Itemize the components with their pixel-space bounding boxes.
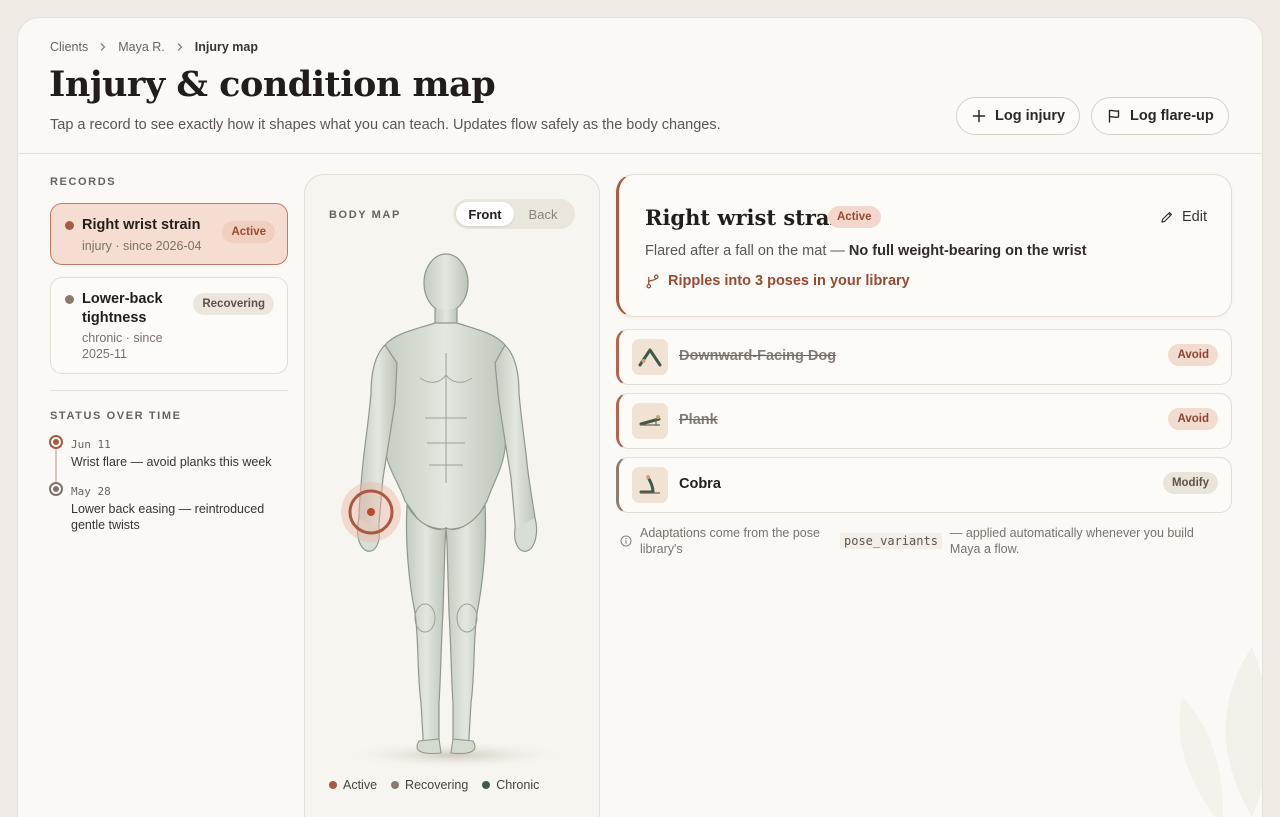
flag-icon (1108, 109, 1120, 123)
legend-dot-recovering (391, 781, 400, 789)
timeline-text: Lower back easing — reintroduced gentle … (71, 502, 265, 532)
legend-active: Active (329, 778, 377, 792)
cobra-icon (632, 467, 668, 503)
footnote-text-before: Adaptations come from the pose library's (640, 526, 820, 556)
legend-label: Chronic (496, 778, 540, 792)
footnote-text-after: — applied automatically whenever you bui… (949, 526, 1194, 556)
front-view-tab[interactable]: Front (456, 202, 514, 226)
records-heading: RECORDS (50, 176, 117, 188)
timeline-node-dot (53, 486, 59, 492)
timeline-node-dot (53, 439, 59, 445)
log-injury-label: Log injury (995, 108, 1066, 124)
breadcrumb-client-link[interactable]: Maya R. (118, 40, 165, 54)
pose-row-downward-dog[interactable]: Downward-Facing Dog Avoid (616, 329, 1232, 385)
record-card-right-wrist[interactable]: Right wrist strain injury · since 2026-0… (50, 203, 288, 265)
log-flare-up-label: Log flare-up (1130, 108, 1214, 124)
status-badge: Active (828, 206, 881, 228)
pose-name: Cobra (679, 476, 721, 492)
legend-label: Recovering (405, 778, 469, 792)
record-meta-line2: 2025-11 (82, 347, 127, 361)
pose-action-badge: Avoid (1168, 408, 1218, 430)
timeline-node-active (49, 435, 63, 449)
ripple-poses-link[interactable]: Ripples into 3 poses in your library (645, 273, 910, 289)
pose-name: Plank (679, 412, 718, 428)
pose-action-badge: Modify (1162, 472, 1218, 494)
ripple-text: Ripples into 3 poses in your library (668, 273, 910, 289)
detail-desc-text: Flared after a fall on the mat — (645, 243, 849, 259)
branch-icon (646, 274, 659, 288)
timeline-date: Jun 11 (71, 438, 111, 451)
breadcrumb-current: Injury map (194, 40, 258, 54)
view-toggle: Front Back (453, 199, 575, 229)
timeline-node-recovering (49, 482, 63, 496)
body-map-card: BODY MAP Front Back Active Recovering Ch… (304, 174, 600, 817)
adaptations-footnote: Adaptations come from the pose library's… (620, 525, 1230, 557)
detail-desc-emphasis: No full weight-bearing on the wrist (848, 243, 1087, 259)
record-title-line1: Lower-back (82, 291, 163, 307)
left-divider (50, 390, 288, 391)
timeline-date: May 28 (71, 485, 111, 498)
record-meta-line1: chronic · since (82, 331, 163, 345)
page-subtitle: Tap a record to see exactly how it shape… (50, 117, 721, 133)
log-flare-up-button[interactable]: Log flare-up (1091, 97, 1229, 135)
record-card-lower-back[interactable]: Lower-back tightness chronic · since 202… (50, 277, 288, 374)
pose-name: Downward-Facing Dog (679, 348, 837, 364)
log-injury-button[interactable]: Log injury (956, 97, 1081, 135)
footnote-code: pose_variants (840, 533, 942, 549)
breadcrumb: Clients Maya R. Injury map (50, 40, 258, 54)
plank-icon (632, 403, 668, 439)
breadcrumb-clients-link[interactable]: Clients (50, 40, 88, 54)
wrist-injury-marker[interactable] (341, 482, 401, 542)
body-map-heading: BODY MAP (329, 209, 401, 221)
detail-description: Flared after a fall on the mat — No full… (645, 243, 1087, 259)
body-map-legend: Active Recovering Chronic (329, 778, 539, 792)
plus-icon (972, 109, 986, 123)
status-badge: Active (222, 221, 275, 243)
legend-chronic: Chronic (482, 778, 539, 792)
status-badge: Recovering (193, 293, 274, 315)
record-meta: injury · since 2026-04 (82, 239, 202, 253)
body-figure[interactable] (325, 243, 581, 773)
pencil-icon (1161, 211, 1173, 223)
leaf-decoration-icon (1179, 647, 1262, 817)
detail-title: Right wrist strain (645, 205, 853, 230)
record-title: Right wrist strain (82, 217, 201, 233)
chevron-right-icon (100, 43, 106, 51)
downward-dog-icon (632, 339, 668, 375)
legend-label: Active (343, 778, 378, 792)
page-title: Injury & condition map (49, 64, 496, 105)
pose-row-plank[interactable]: Plank Avoid (616, 393, 1232, 449)
info-icon (620, 535, 632, 547)
legend-dot-chronic (482, 781, 491, 789)
record-title-line2: tightness (82, 310, 147, 326)
pose-action-badge: Avoid (1168, 344, 1218, 366)
header-divider (18, 153, 1262, 154)
chevron-right-icon (177, 43, 183, 51)
edit-button[interactable]: Edit (1160, 209, 1207, 225)
legend-dot-active (329, 781, 337, 789)
back-view-tab[interactable]: Back (514, 202, 572, 226)
status-dot-active (65, 221, 74, 230)
injury-detail-card: Right wrist strain Active Edit Flared af… (616, 174, 1232, 317)
legend-recovering: Recovering (391, 778, 468, 792)
status-over-time-heading: STATUS OVER TIME (50, 410, 182, 422)
timeline-text: Wrist flare — avoid planks this week (71, 455, 272, 469)
status-dot-recovering (65, 295, 74, 304)
app-window: Clients Maya R. Injury map Injury & cond… (17, 17, 1263, 817)
pose-row-cobra[interactable]: Cobra Modify (616, 457, 1232, 513)
edit-label: Edit (1182, 209, 1207, 225)
